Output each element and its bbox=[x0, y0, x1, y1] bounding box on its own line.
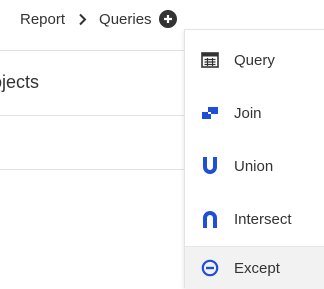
page-title-fragment: ɔjects bbox=[0, 72, 40, 92]
menu-item-query[interactable]: Query bbox=[185, 34, 324, 86]
menu-item-label: Intersect bbox=[234, 210, 292, 228]
menu-item-intersect[interactable]: Intersect bbox=[185, 193, 324, 245]
add-query-button[interactable] bbox=[158, 10, 177, 28]
breadcrumb-report-link[interactable]: Report bbox=[20, 11, 65, 28]
header-divider bbox=[0, 50, 184, 51]
row-divider bbox=[0, 169, 184, 170]
menu-item-join[interactable]: Join bbox=[185, 87, 324, 139]
minus-circle-icon bbox=[198, 259, 222, 277]
menu-item-label: Except bbox=[234, 259, 280, 277]
menu-item-label: Union bbox=[234, 157, 274, 175]
menu-item-union[interactable]: Union bbox=[185, 140, 324, 192]
menu-item-label: Query bbox=[234, 51, 275, 69]
intersect-icon bbox=[198, 209, 222, 229]
breadcrumb: Report Queries bbox=[20, 7, 177, 31]
plus-circle-icon bbox=[163, 15, 172, 23]
table-icon bbox=[198, 52, 222, 68]
menu-item-except[interactable]: Except bbox=[185, 246, 324, 289]
breadcrumb-queries-link[interactable]: Queries bbox=[99, 11, 152, 28]
menu-item-label: Join bbox=[234, 104, 262, 122]
join-icon bbox=[198, 106, 222, 120]
add-query-dropdown-menu: Query Join Union Intersect Except bbox=[184, 29, 324, 289]
row-divider bbox=[0, 115, 184, 116]
chevron-right-icon bbox=[78, 13, 87, 26]
union-icon bbox=[198, 156, 222, 176]
